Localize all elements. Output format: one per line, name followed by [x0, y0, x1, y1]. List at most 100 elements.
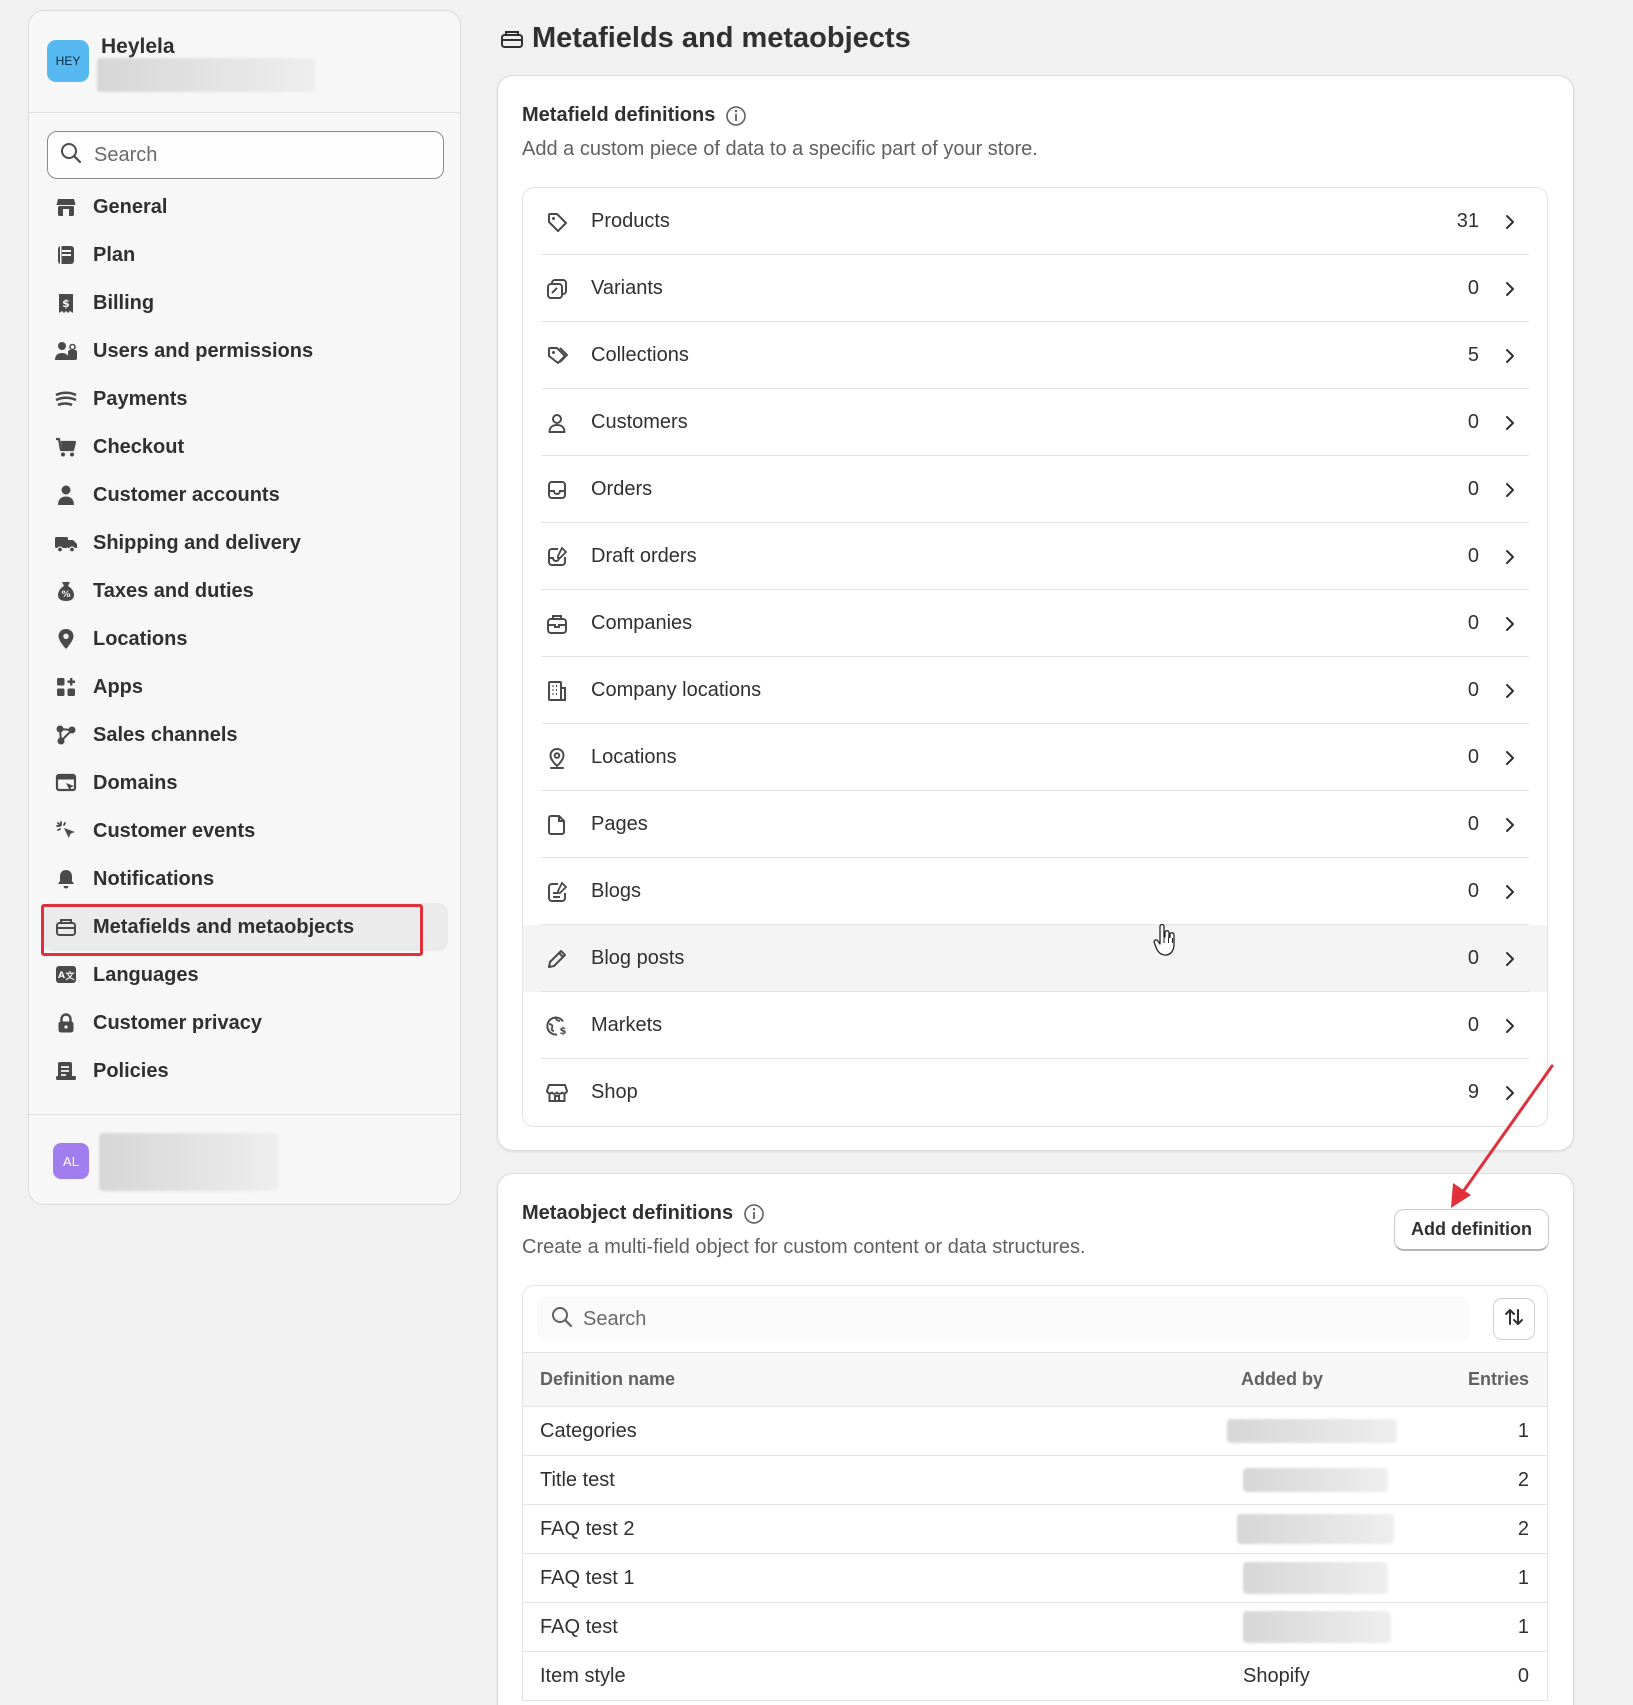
- metaobject-search-bar: [523, 1286, 1547, 1353]
- metafield-definitions-title: Metafield definitions: [522, 104, 747, 127]
- row-count: 9: [1467, 1081, 1479, 1103]
- info-icon[interactable]: [725, 105, 747, 127]
- bell-icon: [53, 866, 79, 892]
- chevron-right-icon: [1501, 883, 1519, 901]
- row-count: 0: [1467, 947, 1479, 969]
- metafield-row-blogs[interactable]: Blogs 0: [523, 858, 1547, 925]
- metafield-row-locations[interactable]: Locations 0: [523, 724, 1547, 791]
- sort-button[interactable]: [1493, 1298, 1535, 1340]
- sidebar-item-policies[interactable]: Policies: [43, 1047, 448, 1095]
- sidebar-item-label: Customer accounts: [93, 483, 280, 506]
- row-count: 0: [1467, 411, 1479, 433]
- table-row[interactable]: Categories 1: [523, 1407, 1547, 1456]
- sidebar-item-checkout[interactable]: Checkout: [43, 423, 448, 471]
- sidebar-item-customer-events[interactable]: Customer events: [43, 807, 448, 855]
- metafield-row-company-locations[interactable]: Company locations 0: [523, 657, 1547, 724]
- added-by-cell: [1241, 1468, 1441, 1492]
- metafields-icon: [500, 28, 524, 50]
- added-by-redacted: [1237, 1514, 1394, 1544]
- table-row[interactable]: FAQ test 1: [523, 1603, 1547, 1652]
- sidebar-item-domains[interactable]: Domains: [43, 759, 448, 807]
- table-row[interactable]: Title test 2: [523, 1456, 1547, 1505]
- column-header-added-by[interactable]: Added by: [1241, 1369, 1441, 1390]
- added-by-cell: Shopify: [1243, 1664, 1310, 1687]
- metafield-definitions-card: Metafield definitions Add a custom piece…: [497, 75, 1574, 1151]
- policies-icon: [53, 1058, 79, 1084]
- sidebar-item-label: Sales channels: [93, 723, 238, 746]
- search-icon: [551, 1306, 573, 1333]
- sidebar-item-customer-accounts[interactable]: Customer accounts: [43, 471, 448, 519]
- definition-name: FAQ test 2: [540, 1517, 635, 1540]
- metafield-row-products[interactable]: Products 31: [523, 188, 1547, 255]
- column-header-entries[interactable]: Entries: [1441, 1369, 1547, 1390]
- sidebar-item-locations[interactable]: Locations: [43, 615, 448, 663]
- metafield-row-variants[interactable]: Variants 0: [523, 255, 1547, 322]
- sidebar-item-languages[interactable]: A文 Languages: [43, 951, 448, 999]
- table-row[interactable]: FAQ test 2 2: [523, 1505, 1547, 1554]
- row-count: 0: [1467, 277, 1479, 299]
- lock-icon: [53, 1010, 79, 1036]
- inbox-icon: [543, 479, 571, 501]
- sidebar-item-label: Apps: [93, 675, 143, 698]
- sidebar-item-customer-privacy[interactable]: Customer privacy: [43, 999, 448, 1047]
- metafield-row-pages[interactable]: Pages 0: [523, 791, 1547, 858]
- row-label: Blog posts: [591, 947, 685, 969]
- sidebar-item-label: Notifications: [93, 867, 215, 890]
- added-by-redacted: [1227, 1419, 1397, 1443]
- row-count: 0: [1467, 545, 1479, 567]
- sort-arrows-icon: [1503, 1306, 1525, 1333]
- store-header[interactable]: HEY Heylela: [29, 11, 460, 113]
- person-icon: [53, 482, 79, 508]
- sidebar-item-notifications[interactable]: Notifications: [43, 855, 448, 903]
- sidebar-item-label: Payments: [93, 387, 188, 410]
- chevron-right-icon: [1501, 816, 1519, 834]
- metafield-row-draft-orders[interactable]: Draft orders 0: [523, 523, 1547, 590]
- metafield-row-markets[interactable]: $ Markets 0: [523, 992, 1547, 1059]
- sidebar-item-label: General: [93, 195, 168, 218]
- added-by-cell: [1227, 1419, 1441, 1443]
- metafield-row-companies[interactable]: Companies 0: [523, 590, 1547, 657]
- info-icon[interactable]: [743, 1203, 765, 1225]
- sidebar-item-users[interactable]: Users and permissions: [43, 327, 448, 375]
- row-count: 31: [1456, 210, 1479, 232]
- metafield-row-collections[interactable]: Collections 5: [523, 322, 1547, 389]
- metafield-row-shop[interactable]: Shop 9: [523, 1059, 1547, 1126]
- metafield-row-blog-posts[interactable]: Blog posts 0: [523, 925, 1547, 992]
- sidebar-item-payments[interactable]: Payments: [43, 375, 448, 423]
- metaobject-search-input[interactable]: [583, 1307, 1383, 1331]
- metaobject-search-field[interactable]: [537, 1297, 1469, 1341]
- row-label: Variants: [591, 277, 663, 299]
- metafield-row-customers[interactable]: Customers 0: [523, 389, 1547, 456]
- sidebar-item-label: Metafields and metaobjects: [93, 915, 355, 938]
- sidebar-search-input[interactable]: [94, 143, 414, 167]
- added-by-cell: [1237, 1514, 1441, 1544]
- table-row[interactable]: Item style Shopify 0: [523, 1652, 1547, 1701]
- row-label: Collections: [591, 344, 689, 366]
- sidebar-item-general[interactable]: General: [43, 183, 448, 231]
- entries-count: 0: [1517, 1664, 1529, 1687]
- page-title-text: Metafields and metaobjects: [532, 22, 911, 54]
- sidebar-item-label: Billing: [93, 291, 155, 314]
- sidebar-item-taxes[interactable]: % Taxes and duties: [43, 567, 448, 615]
- user-menu[interactable]: AL: [29, 1114, 460, 1204]
- added-by-cell: [1241, 1562, 1441, 1594]
- row-label: Customers: [591, 411, 688, 433]
- sidebar-item-plan[interactable]: Plan: [43, 231, 448, 279]
- sidebar-item-apps[interactable]: Apps: [43, 663, 448, 711]
- row-count: 0: [1467, 746, 1479, 768]
- sidebar-item-sales-channels[interactable]: Sales channels: [43, 711, 448, 759]
- table-row[interactable]: FAQ test 1 1: [523, 1554, 1547, 1603]
- sidebar-search[interactable]: [47, 131, 444, 179]
- column-header-name[interactable]: Definition name: [523, 1369, 1241, 1390]
- sidebar-item-shipping[interactable]: Shipping and delivery: [43, 519, 448, 567]
- sidebar-item-billing[interactable]: $ Billing: [43, 279, 448, 327]
- add-definition-button[interactable]: Add definition: [1394, 1209, 1549, 1251]
- chevron-right-icon: [1501, 615, 1519, 633]
- cart-icon: [53, 434, 79, 460]
- hand-cursor-icon: [1153, 923, 1177, 963]
- user-name-redacted: [99, 1133, 279, 1191]
- svg-text:$: $: [560, 1026, 567, 1037]
- sidebar-item-metafields[interactable]: Metafields and metaobjects: [41, 903, 448, 956]
- page-icon: [543, 814, 571, 836]
- metafield-row-orders[interactable]: Orders 0: [523, 456, 1547, 523]
